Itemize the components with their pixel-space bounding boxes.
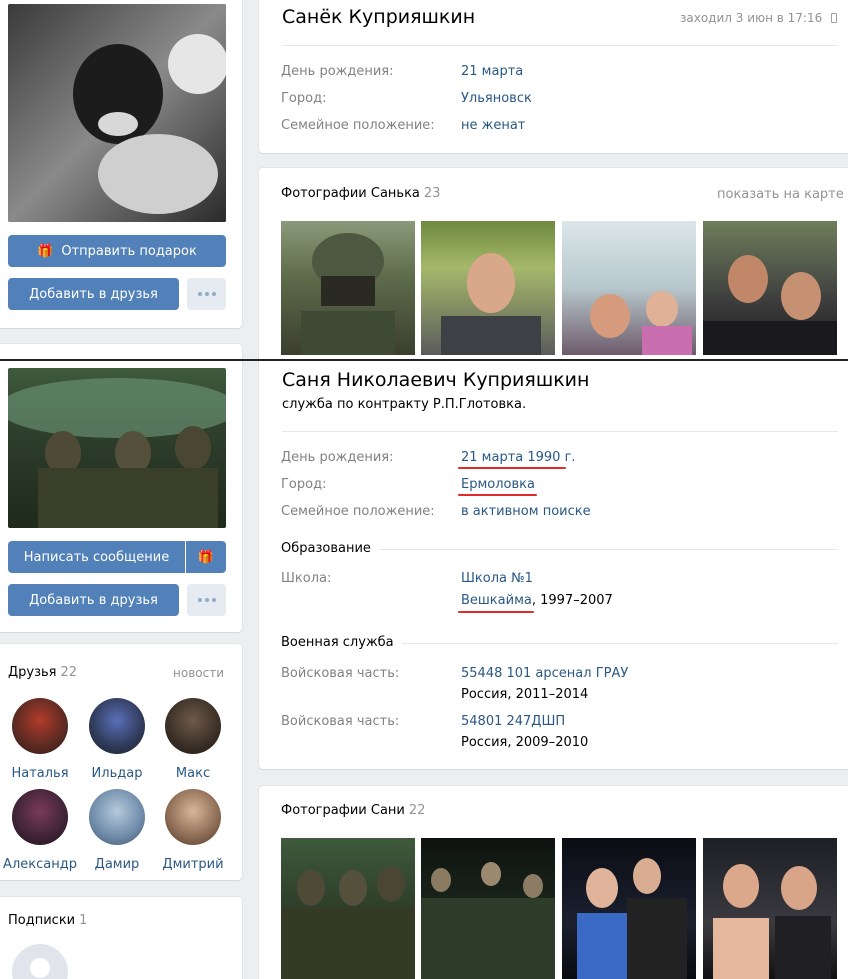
friend-avatar <box>89 789 145 845</box>
send-gift-label: Отправить подарок <box>61 243 197 259</box>
last-seen: заходил 3 июн в 17:16 <box>680 11 838 25</box>
send-message-label: Написать сообщение <box>23 549 170 565</box>
photos-header[interactable]: Фотографии Сани 22 <box>281 803 425 818</box>
friends-count: 22 <box>60 665 78 680</box>
last-seen-text: заходил 3 июн в 17:16 <box>680 11 823 25</box>
photo-thumb[interactable] <box>562 221 696 355</box>
friends-news-link[interactable]: новости <box>173 666 224 680</box>
city-label: Город: <box>281 477 327 492</box>
mobile-icon <box>831 13 838 23</box>
add-friend-button[interactable]: Добавить в друзья <box>8 584 179 616</box>
send-gift-button[interactable]: 🎁 Отправить подарок <box>8 235 226 267</box>
red-underline <box>458 467 566 469</box>
friend-item[interactable]: Макс <box>153 698 233 781</box>
friend-avatar <box>89 698 145 754</box>
vk-placeholder-icon <box>30 958 50 978</box>
military-unit-link[interactable]: 55448 101 арсенал ГРАУ <box>461 666 628 681</box>
relationship-label: Семейное положение: <box>281 118 435 133</box>
military-unit-details: Россия, 2011–2014 <box>461 687 589 702</box>
friend-name: Александр <box>3 857 77 872</box>
school-details: Вешкайма, 1997–2007 <box>461 593 613 608</box>
subscriptions-title: Подписки <box>8 913 76 928</box>
profile-avatar[interactable] <box>8 4 226 222</box>
subscriptions-header[interactable]: Подписки 1 <box>8 913 87 928</box>
divider <box>282 45 838 46</box>
military-unit-label: Войсковая часть: <box>281 714 400 729</box>
military-unit-label: Войсковая часть: <box>281 666 400 681</box>
subscriptions-count: 1 <box>79 913 88 928</box>
birthday-label: День рождения: <box>281 64 394 79</box>
friend-name: Макс <box>175 766 211 781</box>
profile-status[interactable]: служба по контракту Р.П.Глотовка. <box>282 397 526 412</box>
city-label: Город: <box>281 91 327 106</box>
military-unit-details: Россия, 2009–2010 <box>461 735 589 750</box>
birthday-link[interactable]: 21 марта 1990 г. <box>461 450 576 465</box>
friend-avatar <box>165 698 221 754</box>
more-actions-button[interactable] <box>187 278 226 310</box>
left-column-card <box>0 344 242 360</box>
add-friend-label: Добавить в друзья <box>29 592 158 608</box>
relationship-link[interactable]: не женат <box>461 118 525 133</box>
send-gift-button[interactable]: 🎁 <box>186 541 226 573</box>
profile-name: Саня Николаевич Куприяшкин <box>282 369 590 391</box>
send-message-button[interactable]: Написать сообщение <box>8 541 185 573</box>
photos-header[interactable]: Фотографии Санька 23 <box>281 186 440 201</box>
relationship-label: Семейное положение: <box>281 504 435 519</box>
school-label: Школа: <box>281 571 332 586</box>
gift-icon: 🎁 <box>197 549 215 565</box>
photos-title: Фотографии Санька <box>281 186 420 201</box>
friend-name: Дамир <box>94 857 140 872</box>
subscription-avatar[interactable] <box>12 944 68 979</box>
friend-item[interactable]: Дмитрий <box>153 789 233 872</box>
friend-avatar <box>12 789 68 845</box>
profile-avatar[interactable] <box>8 368 226 528</box>
more-dots-icon <box>197 292 216 296</box>
military-section-title: Военная служба <box>281 635 402 650</box>
friend-item[interactable]: Наталья <box>0 698 80 781</box>
add-friend-button[interactable]: Добавить в друзья <box>8 278 179 310</box>
school-city-link[interactable]: Вешкайма <box>461 593 532 608</box>
birthday-label: День рождения: <box>281 450 394 465</box>
friend-name: Ильдар <box>91 766 143 781</box>
city-link[interactable]: Ермоловка <box>461 477 535 492</box>
city-link[interactable]: Ульяновск <box>461 91 532 106</box>
photos-count: 23 <box>423 186 441 201</box>
bottom-profile-panel: Написать сообщение 🎁 Добавить в друзья Д… <box>0 361 848 979</box>
divider <box>282 431 838 432</box>
photo-thumb[interactable] <box>421 838 555 979</box>
friends-header[interactable]: Друзья 22 <box>8 665 77 680</box>
friend-item[interactable]: Ильдар <box>77 698 157 781</box>
photo-thumb[interactable] <box>281 221 415 355</box>
relationship-link[interactable]: в активном поиске <box>461 504 591 519</box>
school-link[interactable]: Школа №1 <box>461 571 533 586</box>
friends-title: Друзья <box>8 665 57 680</box>
photo-thumb[interactable] <box>281 838 415 979</box>
education-section-title: Образование <box>281 541 379 556</box>
red-underline <box>458 494 537 496</box>
photo-thumb[interactable] <box>562 838 696 979</box>
birthday-link[interactable]: 21 марта <box>461 64 523 79</box>
add-friend-label: Добавить в друзья <box>29 286 158 302</box>
profile-info-card <box>259 361 848 769</box>
more-dots-icon <box>197 598 216 602</box>
more-actions-button[interactable] <box>187 584 226 616</box>
friend-item[interactable]: Дамир <box>77 789 157 872</box>
friend-name: Дмитрий <box>162 857 224 872</box>
photo-thumb[interactable] <box>703 221 837 355</box>
friend-name: Наталья <box>11 766 69 781</box>
friend-avatar <box>12 698 68 754</box>
friend-avatar <box>165 789 221 845</box>
school-years: , 1997–2007 <box>531 593 613 608</box>
red-underline <box>458 611 534 613</box>
photos-count: 22 <box>408 803 426 818</box>
photo-thumb[interactable] <box>421 221 555 355</box>
show-on-map-link[interactable]: показать на карте <box>717 187 844 202</box>
gift-icon: 🎁 <box>37 243 54 259</box>
military-unit-link[interactable]: 54801 247ДШП <box>461 714 565 729</box>
photos-title: Фотографии Сани <box>281 803 405 818</box>
top-profile-panel: 🎁 Отправить подарок Добавить в друзья Са… <box>0 0 848 360</box>
profile-name: Санёк Куприяшкин <box>282 6 476 28</box>
friend-item[interactable]: Александр <box>0 789 80 872</box>
photo-thumb[interactable] <box>703 838 837 979</box>
